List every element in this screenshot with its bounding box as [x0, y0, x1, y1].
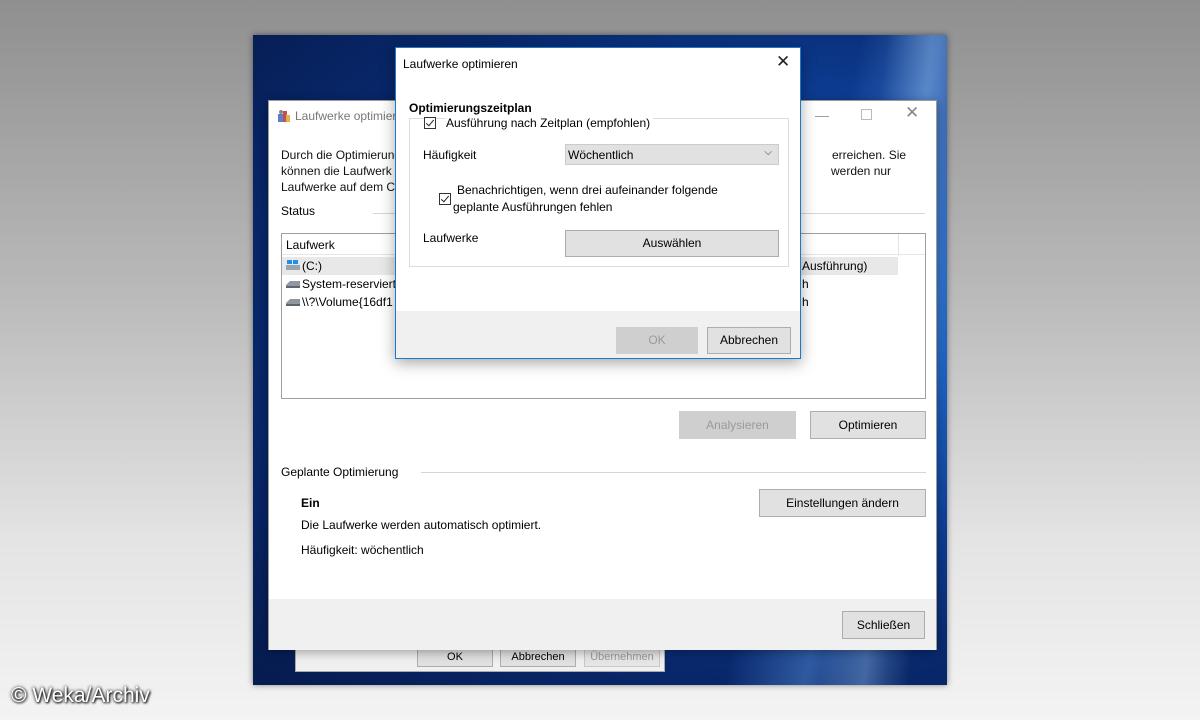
- column-separator: [898, 234, 899, 256]
- maximize-icon[interactable]: [861, 109, 872, 120]
- scheduled-description: Die Laufwerke werden automatisch optimie…: [301, 518, 542, 532]
- column-header-laufwerk[interactable]: Laufwerk: [286, 238, 335, 252]
- properties-cancel-button[interactable]: Abbrechen: [500, 647, 576, 667]
- dialog-ok-button[interactable]: OK: [616, 327, 698, 354]
- description-line: Laufwerke auf dem C: [281, 180, 396, 194]
- drive-status: Ausführung): [802, 259, 868, 273]
- run-on-schedule-label[interactable]: Ausführung nach Zeitplan (empfohlen): [446, 116, 654, 130]
- drive-icon: [286, 281, 300, 288]
- description-line: können die Laufwerk: [281, 164, 392, 178]
- drive-name: \\?\Volume{16df1: [302, 295, 393, 309]
- scheduled-frequency: Häufigkeit: wöchentlich: [301, 543, 424, 557]
- window-title: Laufwerke optimieren: [295, 109, 410, 123]
- footer-bar: Schließen: [269, 599, 936, 650]
- dialog-close-icon[interactable]: ✕: [776, 52, 790, 72]
- notify-label-line1[interactable]: Benachrichtigen, wenn drei aufeinander f…: [457, 183, 718, 197]
- schedule-groupbox: Ausführung nach Zeitplan (empfohlen) Häu…: [409, 116, 789, 267]
- dialog-cancel-button[interactable]: Abbrechen: [707, 327, 791, 354]
- drives-label: Laufwerke: [423, 231, 479, 245]
- run-on-schedule-checkbox[interactable]: [424, 117, 436, 129]
- properties-ok-button[interactable]: OK: [417, 647, 493, 667]
- frequency-select[interactable]: Wöchentlich ⌵: [565, 144, 779, 165]
- close-button[interactable]: Schließen: [842, 611, 925, 639]
- drive-status: h: [802, 277, 809, 291]
- chevron-down-icon: ⌵: [764, 147, 772, 158]
- notify-label-line2[interactable]: geplante Ausführungen fehlen: [453, 200, 612, 214]
- description-line: werden nur: [831, 164, 892, 178]
- schedule-dialog: Laufwerke optimieren ✕ Optimierungszeitp…: [395, 47, 801, 359]
- close-icon[interactable]: ✕: [905, 103, 919, 123]
- scheduled-state: Ein: [301, 496, 320, 510]
- dialog-title: Laufwerke optimieren: [403, 57, 518, 71]
- change-settings-button[interactable]: Einstellungen ändern: [759, 489, 926, 517]
- drive-name: System-reserviert: [302, 277, 397, 291]
- minimize-icon[interactable]: —: [814, 107, 830, 123]
- dialog-heading: Optimierungszeitplan: [409, 101, 532, 115]
- drive-name: (C:): [302, 259, 322, 273]
- optimize-button[interactable]: Optimieren: [810, 411, 926, 439]
- analyze-button[interactable]: Analysieren: [679, 411, 796, 439]
- watermark: © Weka/Archiv: [11, 684, 150, 707]
- defrag-app-icon: [278, 110, 290, 122]
- windows-drive-icon: [286, 260, 300, 270]
- scheduled-optimization-label: Geplante Optimierung: [281, 465, 399, 479]
- status-label: Status: [281, 204, 316, 218]
- frequency-value: Wöchentlich: [568, 148, 634, 162]
- notify-checkbox[interactable]: [439, 193, 451, 205]
- drive-icon: [286, 299, 300, 306]
- drive-status: h: [802, 295, 809, 309]
- properties-apply-button[interactable]: Übernehmen: [584, 647, 660, 667]
- description-line: erreichen. Sie: [832, 148, 907, 162]
- divider: [421, 472, 926, 473]
- frequency-label: Häufigkeit: [423, 148, 477, 162]
- select-drives-button[interactable]: Auswählen: [565, 230, 779, 257]
- dialog-title-bar[interactable]: Laufwerke optimieren ✕: [396, 48, 800, 78]
- description-line: Durch die Optimierung: [281, 148, 402, 162]
